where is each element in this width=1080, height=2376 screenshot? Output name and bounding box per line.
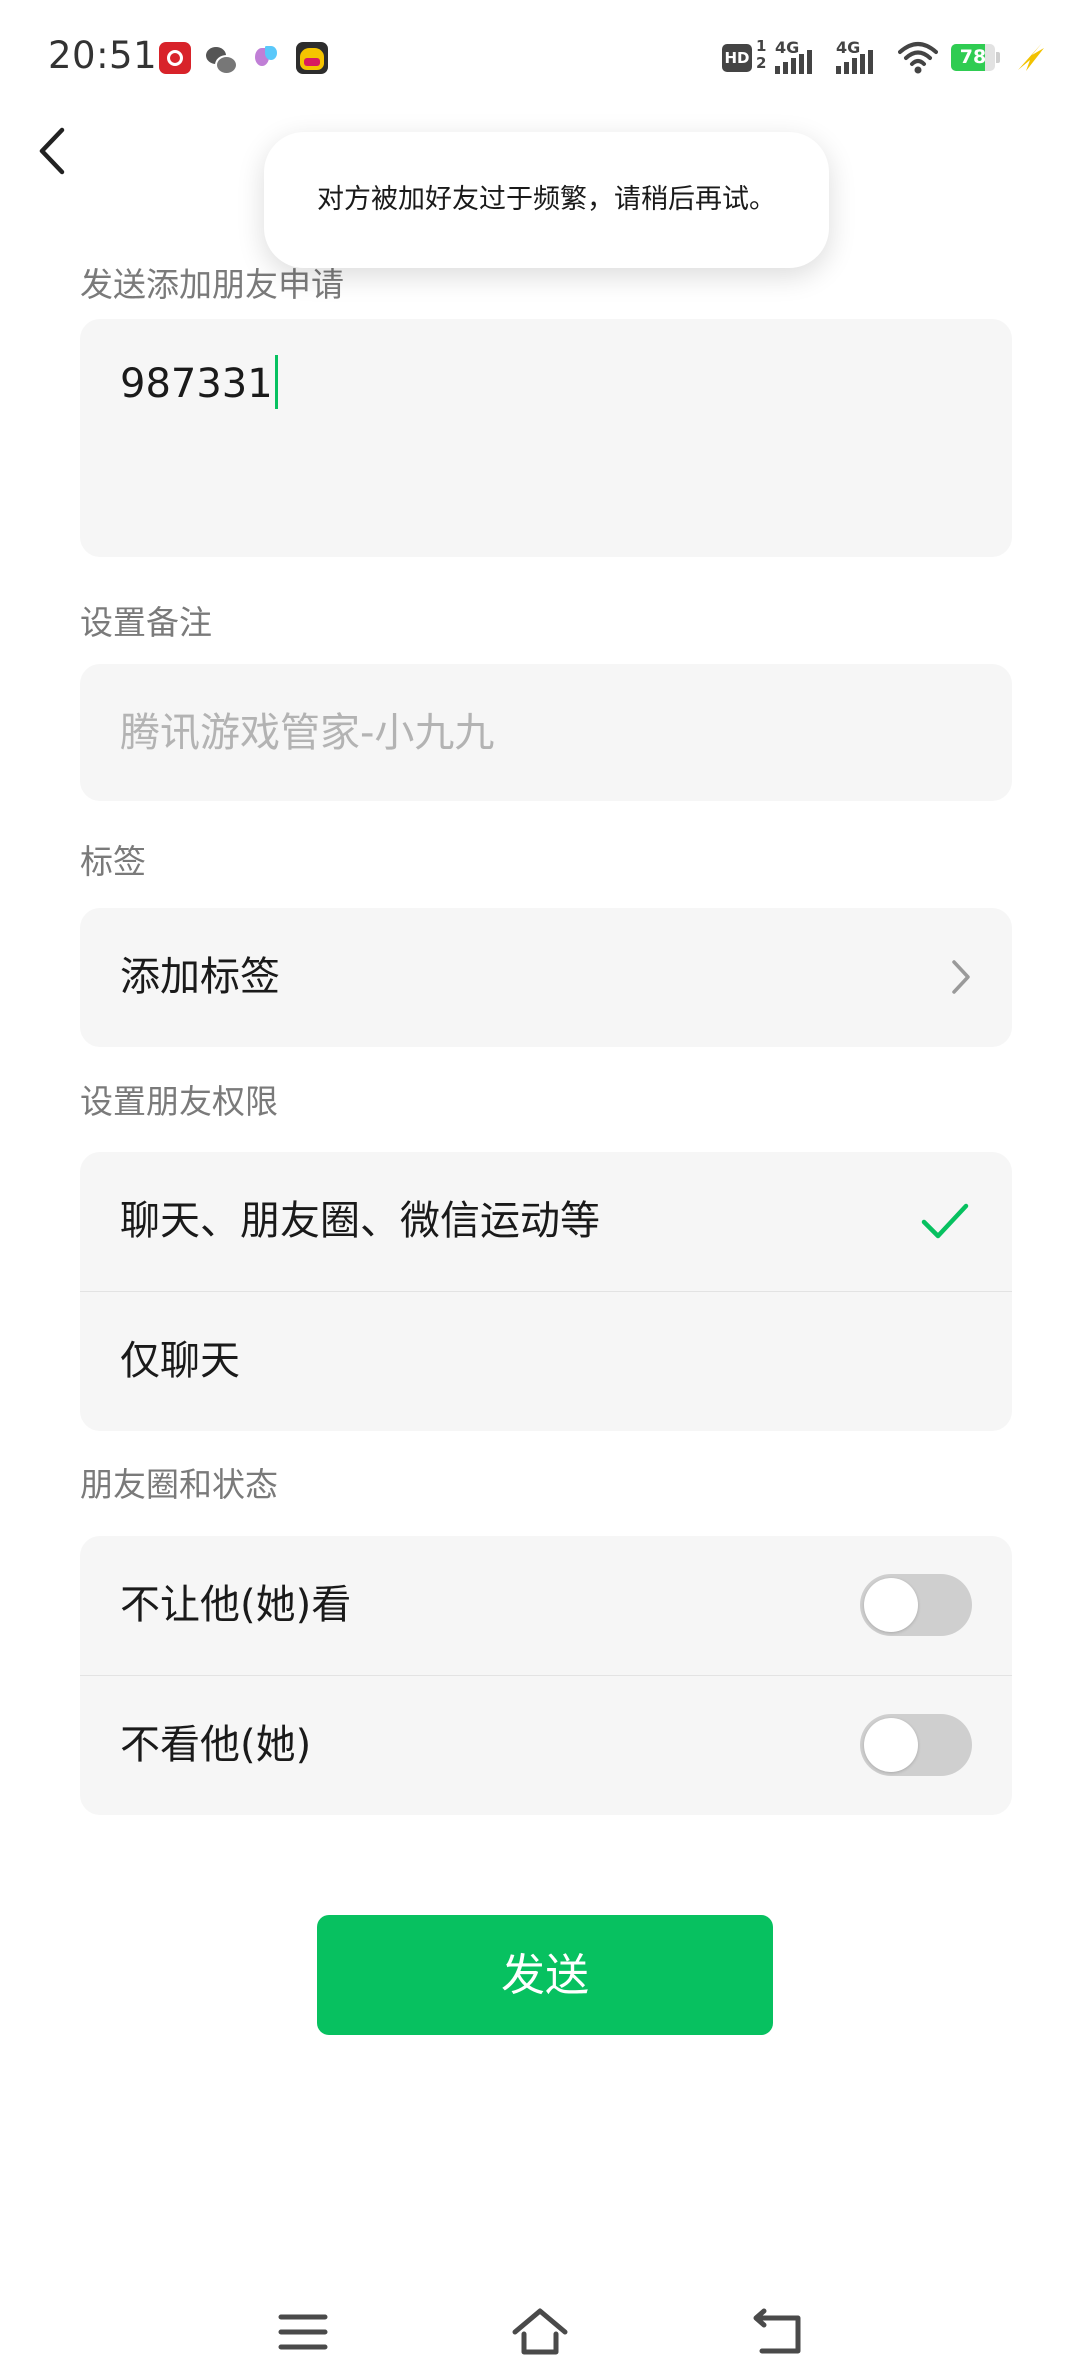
permission-options: 聊天、朋友圈、微信运动等 仅聊天 [80,1152,1012,1431]
request-message-text: 987331 [120,355,278,413]
permission-option-full[interactable]: 聊天、朋友圈、微信运动等 [80,1152,1012,1291]
charging-bolt-icon [1018,43,1044,71]
menu-button[interactable] [273,2305,333,2359]
wifi-icon [898,42,938,74]
battery-level: 78 [959,46,987,68]
back-button[interactable] [28,120,82,182]
text-cursor [274,355,278,409]
signal-2-icon [836,48,880,74]
hide-my-moments-row: 不让他(她)看 [80,1536,1012,1675]
game-app-icon [296,42,328,74]
permission-option-label: 聊天、朋友圈、微信运动等 [120,1198,600,1244]
permission-option-label: 仅聊天 [120,1338,240,1384]
hide-their-moments-toggle[interactable] [860,1714,972,1776]
hd-sim-indicator: 1 2 [756,38,766,72]
add-tag-row[interactable]: 添加标签 [80,908,1012,1047]
hide-their-moments-label: 不看他(她) [120,1722,312,1768]
hd-voice-badge: HD [722,44,752,72]
hide-my-moments-toggle[interactable] [860,1574,972,1636]
hd-sim-bottom: 2 [756,54,767,72]
remark-input[interactable] [80,664,1012,801]
signal-1-icon [775,48,819,74]
hide-their-moments-row: 不看他(她) [80,1676,1012,1815]
netease-music-icon [159,42,191,74]
toggle-knob [864,1718,918,1772]
chevron-left-icon [39,127,65,175]
hide-my-moments-label: 不让他(她)看 [120,1582,352,1628]
battery-icon: 78 [951,44,1001,71]
remark-section-label: 设置备注 [80,603,212,642]
chevron-right-icon [952,960,970,994]
home-button[interactable] [510,2305,570,2359]
status-bar: 20:51 HD 1 2 4G 4G 78 [0,0,1080,115]
back-icon [753,2308,801,2354]
toggle-knob [864,1578,918,1632]
permission-option-chat-only[interactable]: 仅聊天 [80,1292,1012,1431]
send-button[interactable]: 发送 [317,1915,773,2035]
system-back-button[interactable] [750,2305,810,2359]
request-message-field[interactable]: 987331 [80,319,1012,557]
system-navigation-bar [0,2275,1080,2376]
moments-options: 不让他(她)看 不看他(她) [80,1536,1012,1815]
tag-section-label: 标签 [80,842,146,881]
add-tag-label: 添加标签 [120,954,280,1000]
add-tag-item[interactable]: 添加标签 [80,908,1012,1047]
bird-app-icon [251,42,283,74]
wechat-icon [204,44,238,76]
toast-message: 对方被加好友过于频繁，请稍后再试。 [264,132,829,268]
permission-section-label: 设置朋友权限 [80,1082,278,1121]
remark-field-container [80,664,1012,801]
hd-sim-top: 1 [756,37,767,55]
status-time: 20:51 [48,34,158,77]
moments-section-label: 朋友圈和状态 [80,1465,278,1504]
request-message-value: 987331 [120,361,273,407]
checkmark-icon [921,1203,969,1239]
home-icon [512,2308,568,2355]
menu-icon [278,2314,328,2350]
